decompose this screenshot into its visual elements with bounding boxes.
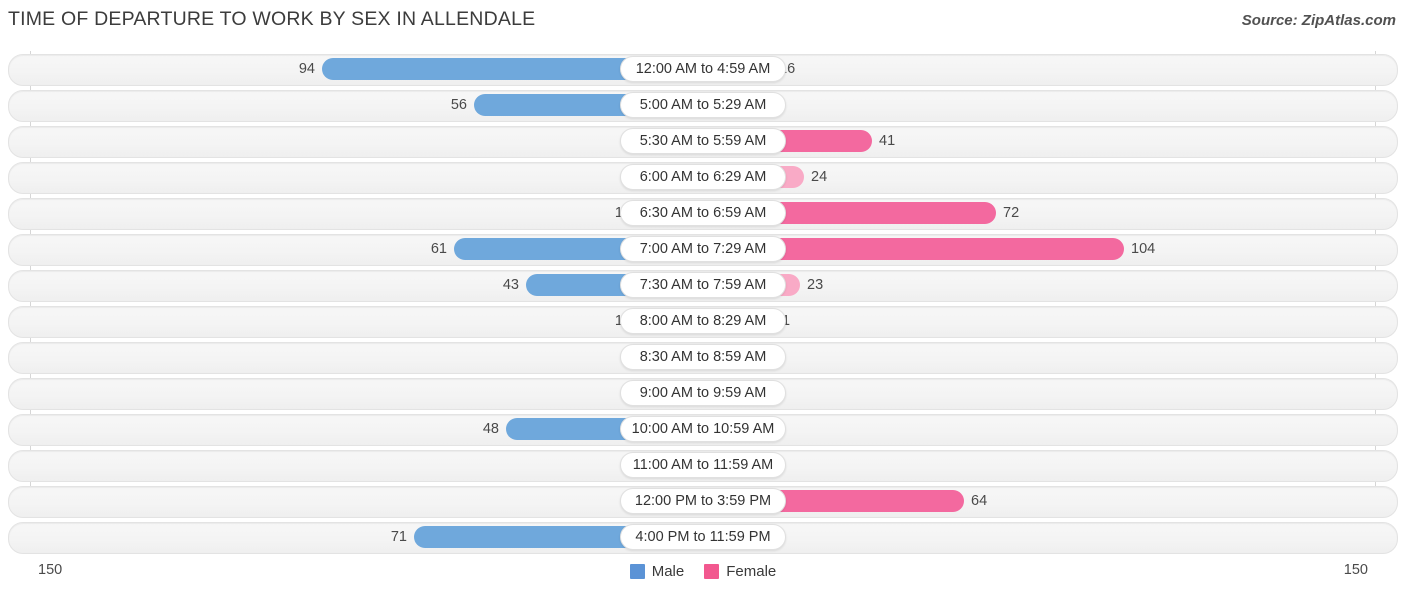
- male-bar-group: 0: [8, 378, 698, 408]
- legend-swatch-icon: [704, 564, 720, 579]
- chart-page: TIME OF DEPARTURE TO WORK BY SEX IN ALLE…: [0, 0, 1406, 594]
- legend-item-female[interactable]: Female: [704, 563, 776, 580]
- category-label: 6:00 AM to 6:29 AM: [620, 164, 786, 190]
- female-bar-group: 41: [708, 126, 1398, 156]
- male-bar-group: 43: [8, 270, 698, 300]
- category-label: 8:30 AM to 8:59 AM: [620, 344, 786, 370]
- female-bar-group: 11: [708, 306, 1398, 336]
- category-label: 4:00 PM to 11:59 PM: [620, 524, 786, 550]
- male-bar-group: 0: [8, 162, 698, 192]
- chart-row: 009:00 AM to 9:59 AM: [0, 375, 1406, 411]
- page-title: TIME OF DEPARTURE TO WORK BY SEX IN ALLE…: [8, 8, 536, 30]
- category-label: 7:00 AM to 7:29 AM: [620, 236, 786, 262]
- chart-row: 48 010:00 AM to 10:59 AM: [0, 411, 1406, 447]
- legend-swatch-icon: [629, 564, 645, 579]
- category-label: 7:30 AM to 7:59 AM: [620, 272, 786, 298]
- category-label: 5:30 AM to 5:59 AM: [620, 128, 786, 154]
- male-value-label: 61: [430, 241, 447, 257]
- male-value-label: 94: [298, 61, 315, 77]
- female-bar-group: 3: [708, 342, 1398, 372]
- legend-label: Male: [651, 563, 685, 580]
- female-bar-group: 0: [708, 414, 1398, 444]
- female-value-label: 24: [811, 169, 828, 185]
- legend-item-male[interactable]: Male: [629, 563, 685, 580]
- category-label: 9:00 AM to 9:59 AM: [620, 380, 786, 406]
- male-bar-group: 48: [8, 414, 698, 444]
- chart-row: 0 64 12:00 PM to 3:59 PM: [0, 483, 1406, 519]
- chart-row: 56 05:00 AM to 5:29 AM: [0, 87, 1406, 123]
- male-bar-group: 0: [8, 486, 698, 516]
- female-bar-group: 24: [708, 162, 1398, 192]
- category-label: 11:00 AM to 11:59 AM: [620, 452, 786, 478]
- category-label: 12:00 AM to 4:59 AM: [620, 56, 786, 82]
- chart-row: 15 118:00 AM to 8:29 AM: [0, 303, 1406, 339]
- chart-row: 238:30 AM to 8:59 AM: [0, 339, 1406, 375]
- category-label: 5:00 AM to 5:29 AM: [620, 92, 786, 118]
- female-bar-group: 104: [708, 234, 1398, 264]
- female-value-label: 104: [1131, 241, 1156, 257]
- female-bar-group: 64: [708, 486, 1398, 516]
- chart-row: 7 41 5:30 AM to 5:59 AM: [0, 123, 1406, 159]
- category-label: 8:00 AM to 8:29 AM: [620, 308, 786, 334]
- female-value-label: 41: [879, 133, 896, 149]
- chart-row: 43 23 7:30 AM to 7:59 AM: [0, 267, 1406, 303]
- male-value-label: 43: [502, 277, 519, 293]
- female-bar-group: 0: [708, 522, 1398, 552]
- chart-row: 61 104 7:00 AM to 7:29 AM: [0, 231, 1406, 267]
- male-bar-group: 56: [8, 90, 698, 120]
- male-bar-group: 94: [8, 54, 698, 84]
- chart-row: 71 04:00 PM to 11:59 PM: [0, 519, 1406, 555]
- male-bar-group: 2: [8, 342, 698, 372]
- male-value-label: 71: [390, 529, 407, 545]
- female-bar-group: 0: [708, 90, 1398, 120]
- male-bar-group: 71: [8, 522, 698, 552]
- female-bar-group: 0: [708, 378, 1398, 408]
- source-attribution: Source: ZipAtlas.com: [1241, 12, 1396, 29]
- female-bar-group: 0: [708, 450, 1398, 480]
- legend-label: Female: [726, 563, 777, 580]
- chart-row: 0 24 6:00 AM to 6:29 AM: [0, 159, 1406, 195]
- chart-legend: Male Female: [0, 563, 1406, 580]
- category-label: 12:00 PM to 3:59 PM: [620, 488, 786, 514]
- male-bar-group: 0: [8, 450, 698, 480]
- chart-row: 12 72 6:30 AM to 6:59 AM: [0, 195, 1406, 231]
- male-bar-group: 7: [8, 126, 698, 156]
- female-value-label: 72: [1003, 205, 1020, 221]
- male-value-label: 56: [450, 97, 467, 113]
- male-bar-group: 15: [8, 306, 698, 336]
- male-bar-group: 12: [8, 198, 698, 228]
- chart-row: 94 16 12:00 AM to 4:59 AM: [0, 51, 1406, 87]
- category-label: 6:30 AM to 6:59 AM: [620, 200, 786, 226]
- female-value-label: 64: [971, 493, 988, 509]
- chart-row: 0011:00 AM to 11:59 AM: [0, 447, 1406, 483]
- chart-rows: 941612:00 AM to 4:59 AM5605:00 AM to 5:2…: [0, 51, 1406, 555]
- female-bar-group: 16: [708, 54, 1398, 84]
- chart-plot-area: 941612:00 AM to 4:59 AM5605:00 AM to 5:2…: [0, 51, 1406, 554]
- male-value-label: 48: [482, 421, 499, 437]
- female-bar-group: 23: [708, 270, 1398, 300]
- category-label: 10:00 AM to 10:59 AM: [620, 416, 786, 442]
- female-bar-group: 72: [708, 198, 1398, 228]
- male-bar-group: 61: [8, 234, 698, 264]
- female-value-label: 23: [807, 277, 824, 293]
